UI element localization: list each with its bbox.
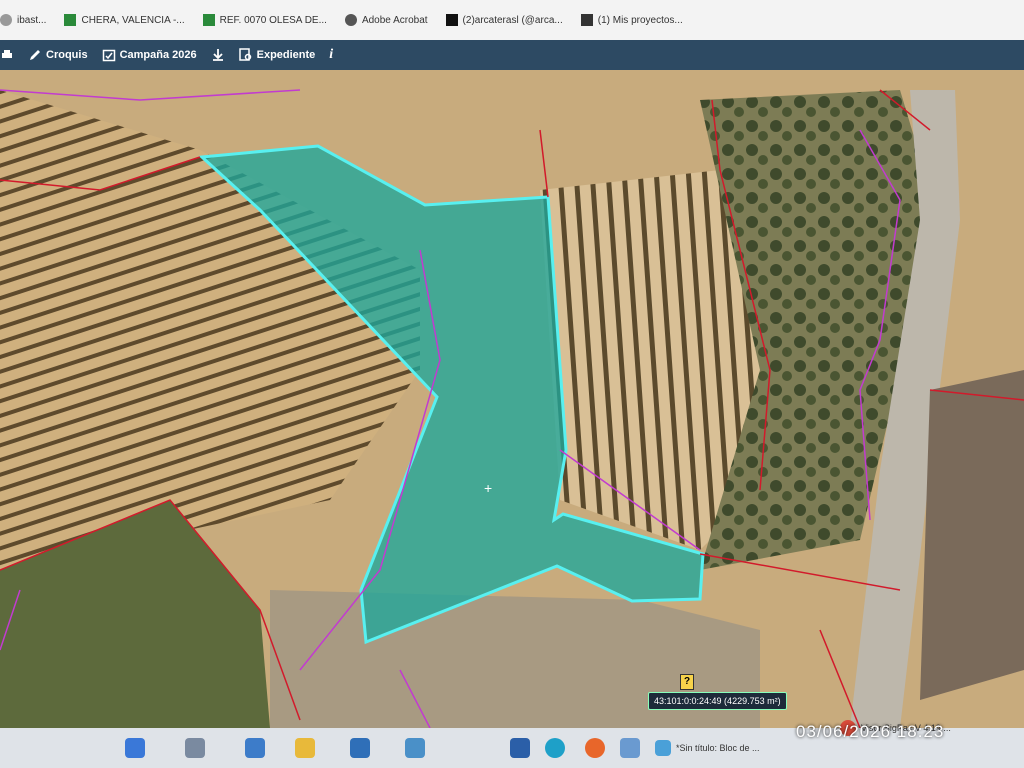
app-icon <box>185 738 205 758</box>
app-icon <box>405 738 425 758</box>
taskbar-app[interactable] <box>585 738 605 758</box>
print-button[interactable] <box>0 48 14 62</box>
taskbar-app[interactable] <box>350 738 370 758</box>
crosshair-cursor: + <box>484 480 493 496</box>
info-button[interactable]: i <box>329 47 333 63</box>
bookmark-item[interactable]: REF. 0070 OLESA DE... <box>202 14 327 26</box>
taskbar-app[interactable] <box>245 738 265 758</box>
parcel-tooltip: 43:101:0:0:24:49 (4229.753 m²) <box>648 692 787 710</box>
taskbar-app[interactable] <box>125 738 145 758</box>
taskbar-app[interactable] <box>510 738 530 758</box>
info-icon: i <box>329 47 334 62</box>
photo-timestamp: 03/06/2026 18:23 <box>796 722 945 741</box>
taskbar-app[interactable] <box>620 738 640 758</box>
folder-icon <box>245 738 265 758</box>
tiktok-icon <box>445 14 458 26</box>
app-icon <box>580 14 593 26</box>
map-canvas <box>0 70 1024 728</box>
edge-icon <box>545 738 565 758</box>
printer-icon <box>2 50 12 58</box>
globe-icon <box>0 14 12 26</box>
campana-button[interactable]: Campaña 2026 <box>102 48 197 62</box>
folder-icon <box>295 738 315 758</box>
bookmark-item[interactable]: (1) Mis proyectos... <box>580 14 683 26</box>
store-icon <box>510 738 530 758</box>
sigpac-toolbar: Croquis Campaña 2026 Expediente i <box>0 40 1024 70</box>
bookmark-item[interactable]: Adobe Acrobat <box>344 14 428 26</box>
firefox-icon <box>585 738 605 758</box>
bookmarks-bar: ibast... CHERA, VALENCIA -... REF. 0070 … <box>0 0 1024 40</box>
expediente-button[interactable]: Expediente <box>238 48 315 62</box>
bookmark-item[interactable]: (2)arcaterasl (@arca... <box>445 14 563 26</box>
bookmark-item[interactable]: CHERA, VALENCIA -... <box>64 14 185 26</box>
buildings-area <box>920 370 1024 700</box>
map-view[interactable]: + ? 43:101:0:0:24:49 (4229.753 m²) <box>0 70 1024 728</box>
croquis-button[interactable]: Croquis <box>28 48 88 62</box>
pencil-icon <box>30 50 40 60</box>
download-icon <box>212 49 223 61</box>
start-icon <box>125 738 145 758</box>
house-icon <box>202 14 215 26</box>
app-icon <box>620 738 640 758</box>
query-marker-icon[interactable]: ? <box>680 674 694 690</box>
taskbar-app[interactable] <box>545 738 565 758</box>
download-button[interactable] <box>211 48 225 62</box>
taskbar-app[interactable] <box>405 738 425 758</box>
notepad-icon <box>655 740 671 756</box>
bookmark-item[interactable]: ibast... <box>0 14 46 26</box>
taskbar-notepad[interactable]: *Sin título: Bloc de ... <box>655 740 760 756</box>
search-document-icon <box>238 48 251 61</box>
calendar-icon <box>102 49 115 62</box>
app-icon <box>350 738 370 758</box>
house-icon <box>64 14 77 26</box>
acrobat-icon <box>344 14 357 26</box>
taskbar-app[interactable] <box>295 738 315 758</box>
taskbar-app[interactable] <box>185 738 205 758</box>
